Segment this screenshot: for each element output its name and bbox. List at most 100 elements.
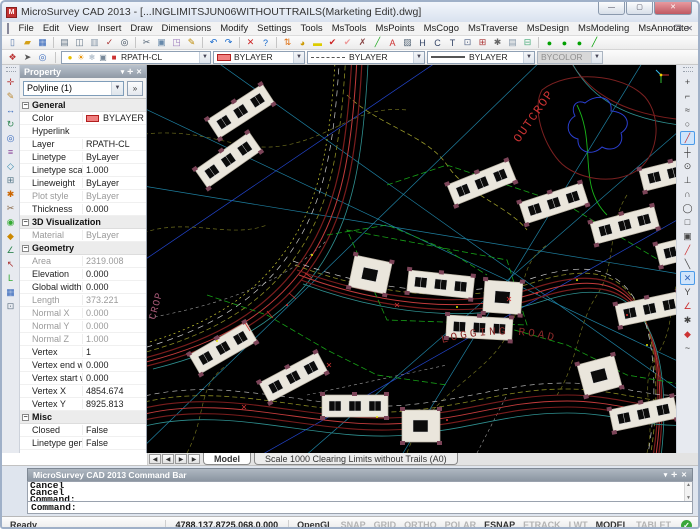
cogo-icon[interactable]: C: [430, 36, 445, 49]
quick-select-button[interactable]: »: [127, 81, 143, 96]
layer-color-icon[interactable]: ■: [109, 53, 119, 62]
layer-on-bulb-icon[interactable]: ●: [65, 53, 75, 62]
panel-dropdown-icon[interactable]: ▾: [121, 68, 125, 76]
zoom-window-tool[interactable]: ◎: [3, 131, 18, 145]
property-row[interactable]: Normal X0.000: [20, 307, 146, 320]
property-row[interactable]: Vertex Y8925.813: [20, 398, 146, 411]
save-icon[interactable]: ▦: [35, 36, 50, 49]
center-circle-tool[interactable]: ⊙: [680, 159, 695, 173]
toolbar-drag-handle-right[interactable]: [683, 67, 693, 72]
layer-state-icon[interactable]: ▬: [310, 36, 325, 49]
menu-item-insert[interactable]: Insert: [93, 22, 126, 35]
property-row[interactable]: Normal Z1.000: [20, 333, 146, 346]
zoom-selection-icon[interactable]: ◎: [35, 51, 50, 64]
spell-check-icon[interactable]: ✓: [102, 36, 117, 49]
find-icon[interactable]: ◎: [117, 36, 132, 49]
menu-item-msdesign[interactable]: MsDesign: [522, 22, 573, 35]
leader-tool[interactable]: ↖: [3, 257, 18, 271]
lineweight-combo-arrow-icon[interactable]: ▼: [523, 52, 534, 63]
rectangle-tool[interactable]: □: [680, 215, 695, 229]
redo-icon[interactable]: ↷: [221, 36, 236, 49]
plot-icon[interactable]: ▤: [57, 36, 72, 49]
arc-tool[interactable]: ∩: [680, 187, 695, 201]
tab-first-button[interactable]: ◀: [149, 454, 161, 464]
status-toggle-grid[interactable]: GRID: [370, 520, 401, 529]
erase-icon[interactable]: ✕: [243, 36, 258, 49]
explode-tool[interactable]: ✱: [3, 187, 18, 201]
layer-lock-icon[interactable]: ▣: [98, 53, 108, 62]
command-bar-pin-icon[interactable]: ✛: [671, 471, 677, 479]
property-row[interactable]: MaterialByLayer: [20, 229, 146, 242]
minimize-button[interactable]: —: [598, 2, 625, 15]
menu-item-window[interactable]: Window: [693, 22, 700, 35]
print-preview-icon[interactable]: ◫: [72, 36, 87, 49]
mdi-close-button[interactable]: ✕: [686, 23, 693, 34]
property-row[interactable]: Normal Y0.000: [20, 320, 146, 333]
property-row[interactable]: Thickness0.000: [20, 203, 146, 216]
sketch-tool[interactable]: ~: [680, 341, 695, 355]
property-row[interactable]: LayerRPATH-CL: [20, 138, 146, 151]
3dpoly-tool[interactable]: ≈: [680, 103, 695, 117]
sheet-icon[interactable]: ▤: [505, 36, 520, 49]
selection-icon[interactable]: ➤: [20, 51, 35, 64]
tab-model[interactable]: Model: [203, 453, 251, 465]
branch-tool[interactable]: Y: [680, 285, 695, 299]
menu-item-mscogo[interactable]: MsCogo: [419, 22, 463, 35]
menu-item-dimensions[interactable]: Dimensions: [157, 22, 216, 35]
mdi-restore-button[interactable]: ❐: [674, 23, 681, 34]
xy-marker-icon[interactable]: ✗: [355, 36, 370, 49]
color-combo-arrow-icon[interactable]: ▼: [293, 52, 304, 63]
property-section-geometry[interactable]: −Geometry: [20, 242, 146, 255]
paste-icon[interactable]: ◳: [169, 36, 184, 49]
cut-icon[interactable]: ✂: [139, 36, 154, 49]
property-row[interactable]: LinetypeByLayer: [20, 151, 146, 164]
bearing-tool[interactable]: ∠: [680, 299, 695, 313]
menu-item-settings[interactable]: Settings: [253, 22, 296, 35]
property-row[interactable]: Plot styleByLayer: [20, 190, 146, 203]
undo-icon[interactable]: ↶: [206, 36, 221, 49]
monitor-icon[interactable]: ⊟: [520, 36, 535, 49]
tab-prev-button[interactable]: ◀: [162, 454, 174, 464]
entity-properties-icon[interactable]: ❖: [5, 51, 20, 64]
status-toggle-opengl[interactable]: OpenGL: [293, 520, 337, 529]
help-icon[interactable]: ?: [258, 36, 273, 49]
angle-line-tool[interactable]: ╲: [680, 257, 695, 271]
history-icon[interactable]: H: [415, 36, 430, 49]
window-set-icon[interactable]: ⊞: [475, 36, 490, 49]
circle-tool[interactable]: ○: [680, 117, 695, 131]
modify-props-tool[interactable]: ✛: [3, 75, 18, 89]
break-tool[interactable]: ✕: [680, 271, 695, 285]
status-toggle-ortho[interactable]: ORTHO: [400, 520, 441, 529]
segment-tool[interactable]: ╱: [680, 243, 695, 257]
property-section-general[interactable]: −General: [20, 99, 146, 112]
fillet-tool[interactable]: ◉: [3, 215, 18, 229]
view-icon[interactable]: ⊡: [460, 36, 475, 49]
hatch-icon[interactable]: ▨: [400, 36, 415, 49]
property-row[interactable]: Length373.221: [20, 294, 146, 307]
point-tool[interactable]: +: [680, 75, 695, 89]
panel-close-icon[interactable]: ✕: [136, 68, 142, 76]
command-bar-titlebar[interactable]: MicroSurvey CAD 2013 Command Bar ▾ ✛ ✕: [27, 468, 693, 481]
solid-tool[interactable]: ▣: [680, 229, 695, 243]
snap-tool[interactable]: ◆: [3, 229, 18, 243]
line-draw-icon[interactable]: ╱: [370, 36, 385, 49]
drawing-canvas[interactable]: OUTCROP CROP LOGGING ROAD: [147, 65, 676, 453]
green-light-1-icon[interactable]: ●: [542, 36, 557, 49]
menu-item-view[interactable]: View: [64, 22, 93, 35]
offset-tool[interactable]: ≡: [3, 145, 18, 159]
layer-freeze-sun-icon[interactable]: ☀: [76, 53, 86, 62]
match-tool[interactable]: ✎: [3, 89, 18, 103]
line-tool[interactable]: ╱: [680, 131, 695, 145]
property-row[interactable]: Hyperlink: [20, 125, 146, 138]
star-tool[interactable]: ✱: [680, 313, 695, 327]
table-tool[interactable]: ▦: [3, 285, 18, 299]
mdi-minimize-button[interactable]: ─: [663, 23, 669, 34]
command-bar-close-icon[interactable]: ✕: [681, 471, 687, 479]
copy-icon[interactable]: ▣: [154, 36, 169, 49]
ellipse-tool[interactable]: ◯: [680, 201, 695, 215]
menu-item-tools[interactable]: Tools: [296, 22, 327, 35]
text-icon[interactable]: T: [445, 36, 460, 49]
maximize-button[interactable]: ▢: [626, 2, 653, 15]
marker-tool[interactable]: ◆: [680, 327, 695, 341]
entity-selector-combobox[interactable]: Polyline (1) ▼: [23, 81, 124, 96]
